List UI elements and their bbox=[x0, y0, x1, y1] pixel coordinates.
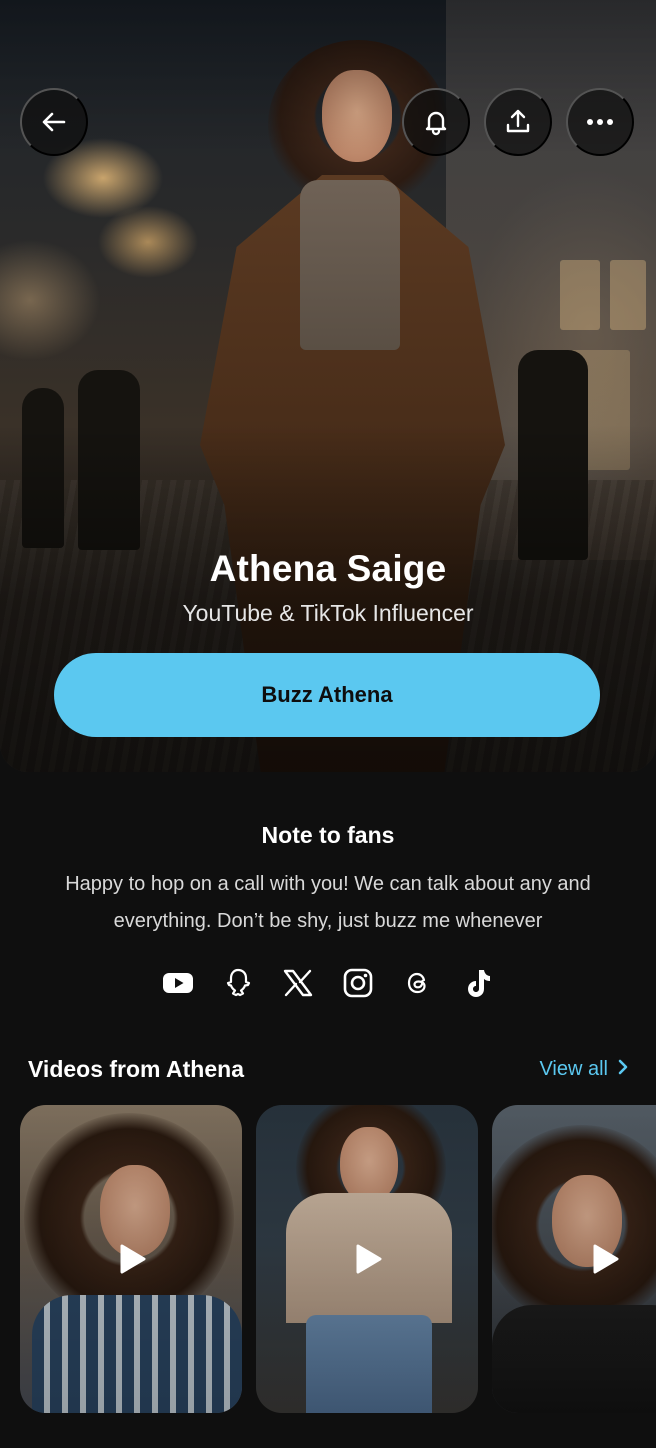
bell-icon bbox=[421, 107, 451, 137]
video-thumbnail[interactable] bbox=[256, 1105, 478, 1413]
share-icon bbox=[503, 107, 533, 137]
more-button[interactable] bbox=[566, 88, 634, 156]
hero-image: Athena Saige YouTube & TikTok Influencer… bbox=[0, 0, 656, 772]
share-button[interactable] bbox=[484, 88, 552, 156]
video-thumbnail[interactable] bbox=[492, 1105, 656, 1413]
view-all-label: View all bbox=[539, 1058, 608, 1080]
buzz-button[interactable]: Buzz Athena bbox=[54, 653, 600, 737]
profile-subtitle: YouTube & TikTok Influencer bbox=[182, 600, 474, 626]
video-thumbnail[interactable] bbox=[20, 1105, 242, 1413]
videos-carousel[interactable] bbox=[20, 1105, 656, 1413]
back-arrow-icon bbox=[40, 108, 68, 136]
back-button[interactable] bbox=[20, 88, 88, 156]
play-icon bbox=[356, 1244, 382, 1274]
notifications-button[interactable] bbox=[402, 88, 470, 156]
profile-name: Athena Saige bbox=[209, 548, 447, 589]
play-icon bbox=[120, 1244, 146, 1274]
chevron-right-icon bbox=[618, 1058, 628, 1081]
video-overlay bbox=[492, 1105, 656, 1413]
tiktok-icon[interactable] bbox=[461, 964, 495, 1002]
threads-icon[interactable] bbox=[401, 964, 435, 1002]
play-icon bbox=[593, 1244, 619, 1274]
videos-section-title: Videos from Athena bbox=[28, 1056, 244, 1082]
profile-page: Athena Saige YouTube & TikTok Influencer… bbox=[0, 0, 656, 1448]
instagram-icon[interactable] bbox=[341, 964, 375, 1002]
snapchat-icon[interactable] bbox=[221, 964, 255, 1002]
x-icon[interactable] bbox=[281, 964, 315, 1002]
note-body: Happy to hop on a call with you! We can … bbox=[65, 873, 591, 932]
youtube-icon[interactable] bbox=[161, 964, 195, 1002]
social-links bbox=[0, 962, 656, 1004]
view-all-link[interactable]: View all bbox=[539, 1058, 628, 1081]
more-icon bbox=[585, 117, 615, 127]
note-title: Note to fans bbox=[261, 822, 395, 848]
